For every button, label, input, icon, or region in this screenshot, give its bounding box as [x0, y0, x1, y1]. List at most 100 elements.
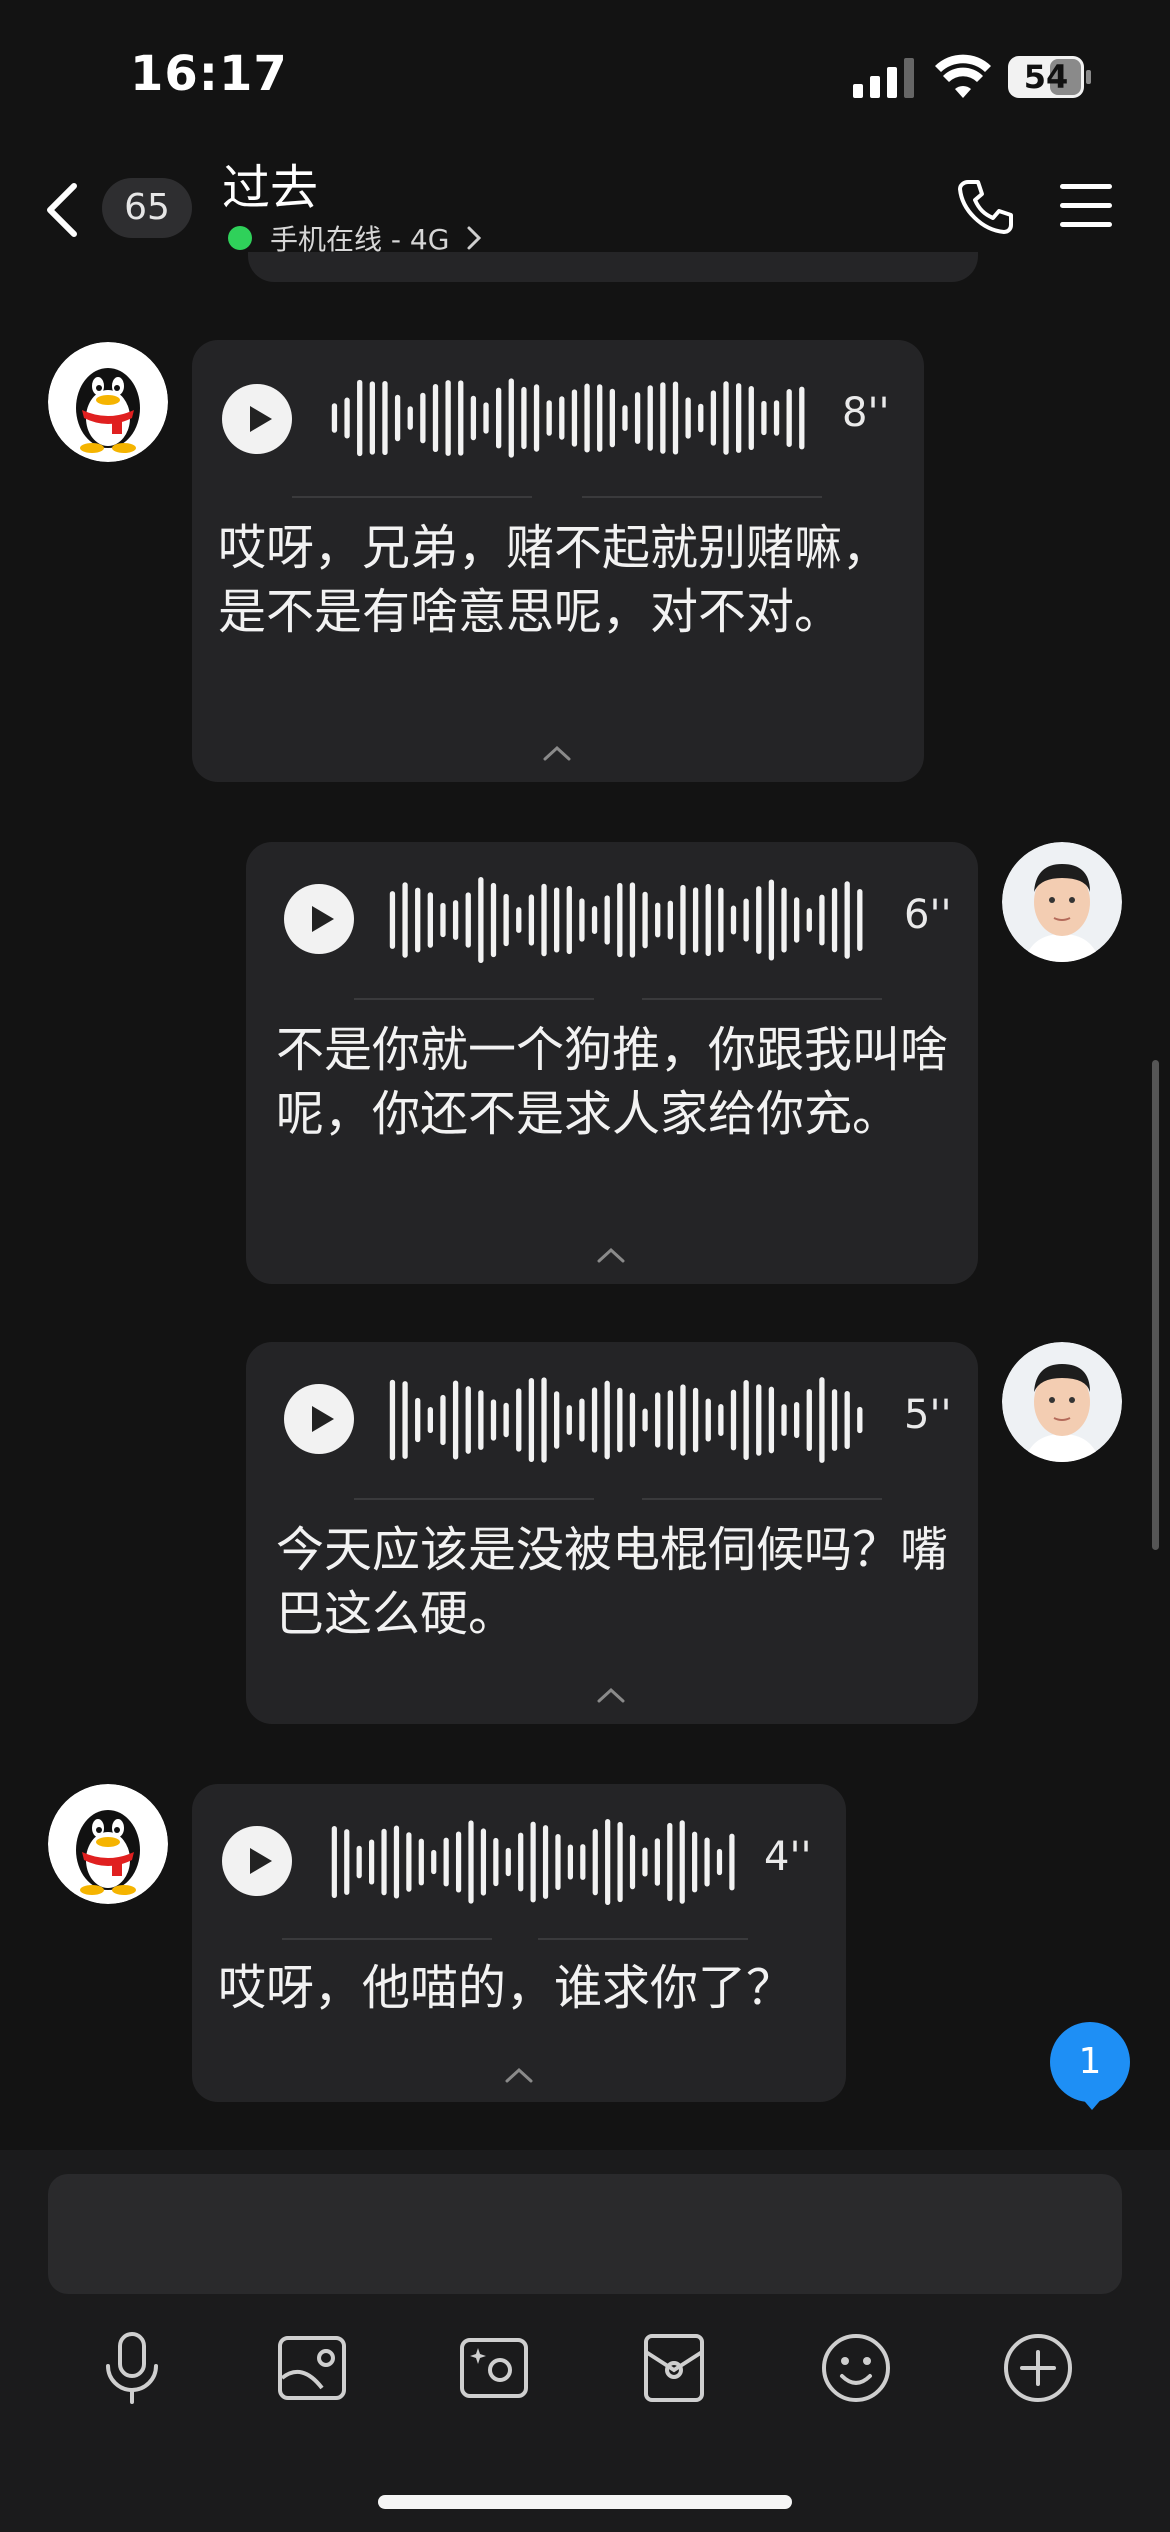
collapse-chevron-icon[interactable] — [504, 2066, 534, 2084]
voice-message-bubble[interactable]: 5'' 今天应该是没被电棍伺候吗？嘴巴这么硬。 — [246, 1342, 978, 1724]
voice-message-bubble[interactable]: 4'' 哎呀，他喵的，谁求你了？ — [192, 1784, 846, 2102]
camera-icon[interactable] — [454, 2328, 534, 2408]
waveform-bar — [604, 895, 610, 945]
waveform-bar — [490, 1399, 497, 1441]
waveform-bar — [617, 1821, 623, 1903]
collapse-chevron-icon[interactable] — [596, 1246, 626, 1264]
waveform-bar — [634, 392, 641, 444]
waveform-bar — [786, 389, 792, 447]
plus-icon[interactable] — [998, 2328, 1078, 2408]
waveform-bar — [654, 1838, 660, 1886]
contact-avatar[interactable] — [48, 1784, 168, 1904]
waveform-bar — [567, 1844, 574, 1880]
voice-transcript: 今天应该是没被电棍伺候吗？嘴巴这么硬。 — [276, 1522, 949, 1642]
waveform-bar — [806, 908, 812, 932]
waveform-bar — [331, 1826, 337, 1898]
waveform-bar — [344, 1829, 350, 1895]
scrollbar[interactable] — [1152, 1060, 1159, 1550]
waveform-bar — [655, 1392, 661, 1448]
cellular-signal-icon — [853, 58, 914, 98]
voice-duration: 6'' — [904, 892, 952, 938]
waveform-bar — [559, 396, 565, 440]
waveform-bar — [642, 1847, 648, 1877]
collapse-chevron-icon[interactable] — [542, 744, 572, 762]
play-icon — [250, 406, 272, 432]
waveform-bar — [503, 1402, 509, 1438]
waveform-bar — [667, 1822, 673, 1902]
waveform-bar — [369, 1839, 375, 1885]
waveform-bar — [819, 894, 825, 946]
waveform-bar — [369, 381, 375, 455]
waveform-bar — [819, 1377, 825, 1463]
voice-transcript: 哎呀，他喵的，谁求你了？ — [218, 1960, 795, 2016]
message-list[interactable]: 8'' 哎呀，兄弟，赌不起就别赌嘛，是不是有啥意思呢，对不对。 6'' 不是你就… — [0, 252, 1170, 2150]
image-icon[interactable] — [272, 2328, 352, 2408]
waveform-bar — [490, 882, 497, 958]
waveform-bar — [705, 883, 711, 957]
waveform-bar — [503, 893, 509, 947]
waveform-bar — [445, 380, 451, 456]
waveform-bar — [761, 400, 767, 436]
divider — [354, 1498, 594, 1500]
waveform-bar — [530, 1821, 536, 1903]
menu-icon[interactable] — [1060, 182, 1112, 230]
waveform-bar — [592, 1828, 598, 1896]
waveform-bar — [496, 387, 502, 449]
waveform-bar — [580, 1844, 586, 1880]
waveform-bar — [381, 1828, 387, 1896]
voice-transcript: 不是你就一个狗推，你跟我叫啥呢，你还不是求人家给你充。 — [276, 1022, 949, 1142]
waveform-bar — [554, 1391, 560, 1449]
voice-transcript: 哎呀，兄弟，赌不起就别赌嘛，是不是有啥意思呢，对不对。 — [218, 520, 891, 640]
waveform-bar — [736, 383, 742, 453]
back-chevron-icon[interactable] — [42, 180, 82, 240]
waveform-bar — [844, 881, 850, 959]
my-avatar[interactable] — [1002, 842, 1122, 962]
waveform-bar — [458, 380, 464, 456]
waveform-bar — [455, 1831, 462, 1893]
voice-waveform — [331, 378, 805, 458]
waveform-bar — [680, 884, 686, 956]
unread-count-badge[interactable]: 65 — [102, 178, 192, 238]
my-avatar[interactable] — [1002, 1342, 1122, 1462]
play-voice-button[interactable] — [284, 884, 354, 954]
waveform-bar — [542, 1825, 549, 1899]
waveform-bar — [431, 1849, 437, 1875]
waveform-bar — [389, 891, 396, 949]
previous-message-bubble — [248, 252, 978, 282]
emoji-icon[interactable] — [816, 2328, 896, 2408]
phone-call-icon[interactable] — [954, 176, 1016, 238]
contact-name[interactable]: 过去 — [222, 148, 318, 218]
message-input[interactable] — [48, 2174, 1122, 2294]
waveform-bar — [591, 906, 598, 934]
waveform-bar — [622, 405, 628, 431]
voice-message-bubble[interactable]: 6'' 不是你就一个狗推，你跟我叫啥呢，你还不是求人家给你充。 — [246, 842, 978, 1284]
new-message-badge[interactable]: 1 — [1050, 2022, 1130, 2102]
waveform-bar — [647, 385, 653, 451]
waveform-bar — [468, 1820, 474, 1904]
play-voice-button[interactable] — [222, 384, 292, 454]
waveform-bar — [478, 876, 484, 964]
waveform-bar — [794, 897, 800, 943]
waveform-bar — [729, 1833, 735, 1891]
waveform-bar — [605, 1819, 611, 1905]
waveform-bar — [555, 1834, 561, 1890]
chat-header: 65 过去 手机在线 - 4G — [0, 140, 1170, 270]
waveform-bar — [357, 379, 363, 457]
waveform-bar — [743, 898, 749, 942]
waveform-bar — [427, 892, 433, 948]
play-voice-button[interactable] — [222, 1826, 292, 1896]
status-bar: 16:17 54 — [0, 0, 1170, 150]
waveform-bar — [710, 390, 717, 446]
waveform-bar — [756, 1384, 762, 1456]
voice-message-bubble[interactable]: 8'' 哎呀，兄弟，赌不起就别赌嘛，是不是有啥意思呢，对不对。 — [192, 340, 924, 782]
waveform-bar — [642, 1408, 648, 1432]
waveform-bar — [452, 1380, 459, 1460]
contact-avatar[interactable] — [48, 342, 168, 462]
play-voice-button[interactable] — [284, 1384, 354, 1454]
waveform-bar — [571, 389, 578, 447]
voice-duration: 5'' — [904, 1392, 952, 1438]
mic-icon[interactable] — [92, 2328, 172, 2408]
red-packet-icon[interactable] — [634, 2328, 714, 2408]
waveform-bar — [831, 1389, 838, 1451]
collapse-chevron-icon[interactable] — [596, 1686, 626, 1704]
